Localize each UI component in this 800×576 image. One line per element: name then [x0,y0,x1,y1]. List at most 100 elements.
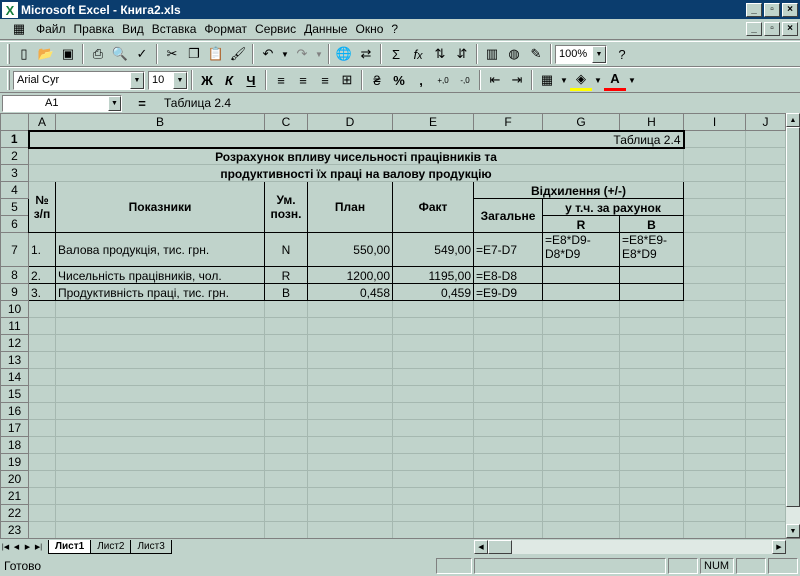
header-unit[interactable]: Ум. позн. [264,181,308,233]
comma-button[interactable]: , [410,69,432,91]
redo-icon[interactable]: ↷ [291,43,313,65]
workbook-icon[interactable]: ▦ [10,21,28,37]
menu-help[interactable]: ? [387,22,402,36]
row-header[interactable]: 5 [0,198,29,216]
menu-data[interactable]: Данные [300,22,351,36]
decrease-indent-icon[interactable]: ⇤ [484,69,506,91]
menu-edit[interactable]: Правка [70,22,119,36]
font-color-icon[interactable]: A [604,69,626,91]
percent-button[interactable]: % [388,69,410,91]
horizontal-scroll-track[interactable] [488,540,772,554]
restore-button[interactable]: ▫ [764,2,780,17]
row-header[interactable]: 11 [0,317,29,335]
data-b[interactable]: =E8*E9-E8*D9 [619,232,684,267]
merge-center-icon[interactable]: ⊞ [336,69,358,91]
row-header[interactable]: 12 [0,334,29,352]
drawing-icon[interactable]: ✎ [525,43,547,65]
column-header-i[interactable]: I [683,113,746,131]
save-icon[interactable]: ▣ [57,43,79,65]
web-toolbar-icon[interactable]: ⇄ [355,43,377,65]
data-unit[interactable]: N [264,232,308,267]
decrease-decimal-button[interactable]: -,0 [454,69,476,91]
row-header[interactable]: 17 [0,419,29,437]
last-sheet-button[interactable]: ▶| [33,540,44,554]
name-box[interactable]: A1 ▼ [2,94,122,112]
row-header[interactable]: 3 [0,164,29,182]
cell[interactable] [683,198,746,216]
column-header-f[interactable]: F [473,113,543,131]
cell[interactable] [745,198,786,216]
cell[interactable] [745,164,786,182]
fill-color-icon[interactable]: ◈ [570,69,592,91]
borders-icon[interactable]: ▦ [536,69,558,91]
data-b[interactable] [619,266,684,284]
spelling-icon[interactable]: ✓ [131,43,153,65]
menu-format[interactable]: Формат [200,22,251,36]
data-name[interactable]: Чисельність працівників, чол. [55,266,265,284]
sort-ascending-icon[interactable]: ⇅ [429,43,451,65]
menu-insert[interactable]: Вставка [148,22,201,36]
scroll-right-button[interactable]: ▶ [772,540,786,554]
format-painter-icon[interactable]: 🖌 [227,43,249,65]
toolbar-grip[interactable] [7,70,10,90]
data-num[interactable]: 1. [28,232,56,267]
hyperlink-icon[interactable]: 🌐 [333,43,355,65]
increase-indent-icon[interactable]: ⇥ [506,69,528,91]
currency-button[interactable]: ₴ [366,69,388,91]
chevron-down-icon[interactable]: ▼ [592,45,606,63]
borders-dropdown-icon[interactable]: ▼ [558,69,570,91]
column-header-d[interactable]: D [307,113,393,131]
minimize-button[interactable]: _ [746,2,762,17]
row-header[interactable]: 23 [0,521,29,538]
row-header[interactable]: 14 [0,368,29,386]
align-right-icon[interactable]: ≡ [314,69,336,91]
cell[interactable] [683,283,746,301]
row-header[interactable]: 19 [0,453,29,471]
sort-descending-icon[interactable]: ⇵ [451,43,473,65]
sheet-tab-3[interactable]: Лист3 [130,539,172,554]
cell[interactable] [683,147,746,165]
column-header-g[interactable]: G [542,113,620,131]
data-plan[interactable]: 550,00 [307,232,393,267]
header-b[interactable]: B [619,215,684,233]
prev-sheet-button[interactable]: ◀ [11,540,22,554]
fill-color-dropdown-icon[interactable]: ▼ [592,69,604,91]
worksheet-grid[interactable]: A B C D E F G H I J 1 Таблица 2.4 2 Розр… [0,113,786,538]
align-left-icon[interactable]: ≡ [270,69,292,91]
data-num[interactable]: 2. [28,266,56,284]
increase-decimal-button[interactable]: +,0 [432,69,454,91]
chevron-down-icon[interactable]: ▼ [108,95,121,111]
data-b[interactable] [619,283,684,301]
data-r[interactable] [542,283,620,301]
first-sheet-button[interactable]: |◀ [0,540,11,554]
chevron-down-icon[interactable]: ▼ [173,71,187,89]
column-header-a[interactable]: A [28,113,56,131]
cell[interactable] [683,232,746,267]
row-header[interactable]: 8 [0,266,29,284]
table-title-line2[interactable]: продуктивності їх праці на валову продук… [28,164,684,182]
open-icon[interactable]: 📂 [35,43,57,65]
print-icon[interactable]: ⎙ [87,43,109,65]
data-plan[interactable]: 0,458 [307,283,393,301]
horizontal-scrollbar[interactable]: ◀ ▶ [474,540,786,554]
scroll-left-button[interactable]: ◀ [474,540,488,554]
cell[interactable] [683,215,746,233]
new-icon[interactable]: ▯ [13,43,35,65]
menu-tools[interactable]: Сервис [251,22,300,36]
cell[interactable] [745,283,786,301]
cut-icon[interactable]: ✂ [161,43,183,65]
data-fact[interactable]: 1195,00 [392,266,474,284]
row-header[interactable]: 2 [0,147,29,165]
data-name[interactable]: Валова продукція, тис. грн. [55,232,265,267]
cell[interactable] [683,130,746,148]
chart-wizard-icon[interactable]: ▥ [481,43,503,65]
data-r[interactable]: =E8*D9-D8*D9 [542,232,620,267]
data-total[interactable]: =E7-D7 [473,232,543,267]
row-header[interactable]: 20 [0,470,29,488]
data-name[interactable]: Продуктивність праці, тис. грн. [55,283,265,301]
row-header[interactable]: 18 [0,436,29,454]
data-fact[interactable]: 549,00 [392,232,474,267]
cell[interactable] [745,130,786,148]
row-header[interactable]: 22 [0,504,29,522]
doc-close-button[interactable]: × [782,22,798,36]
